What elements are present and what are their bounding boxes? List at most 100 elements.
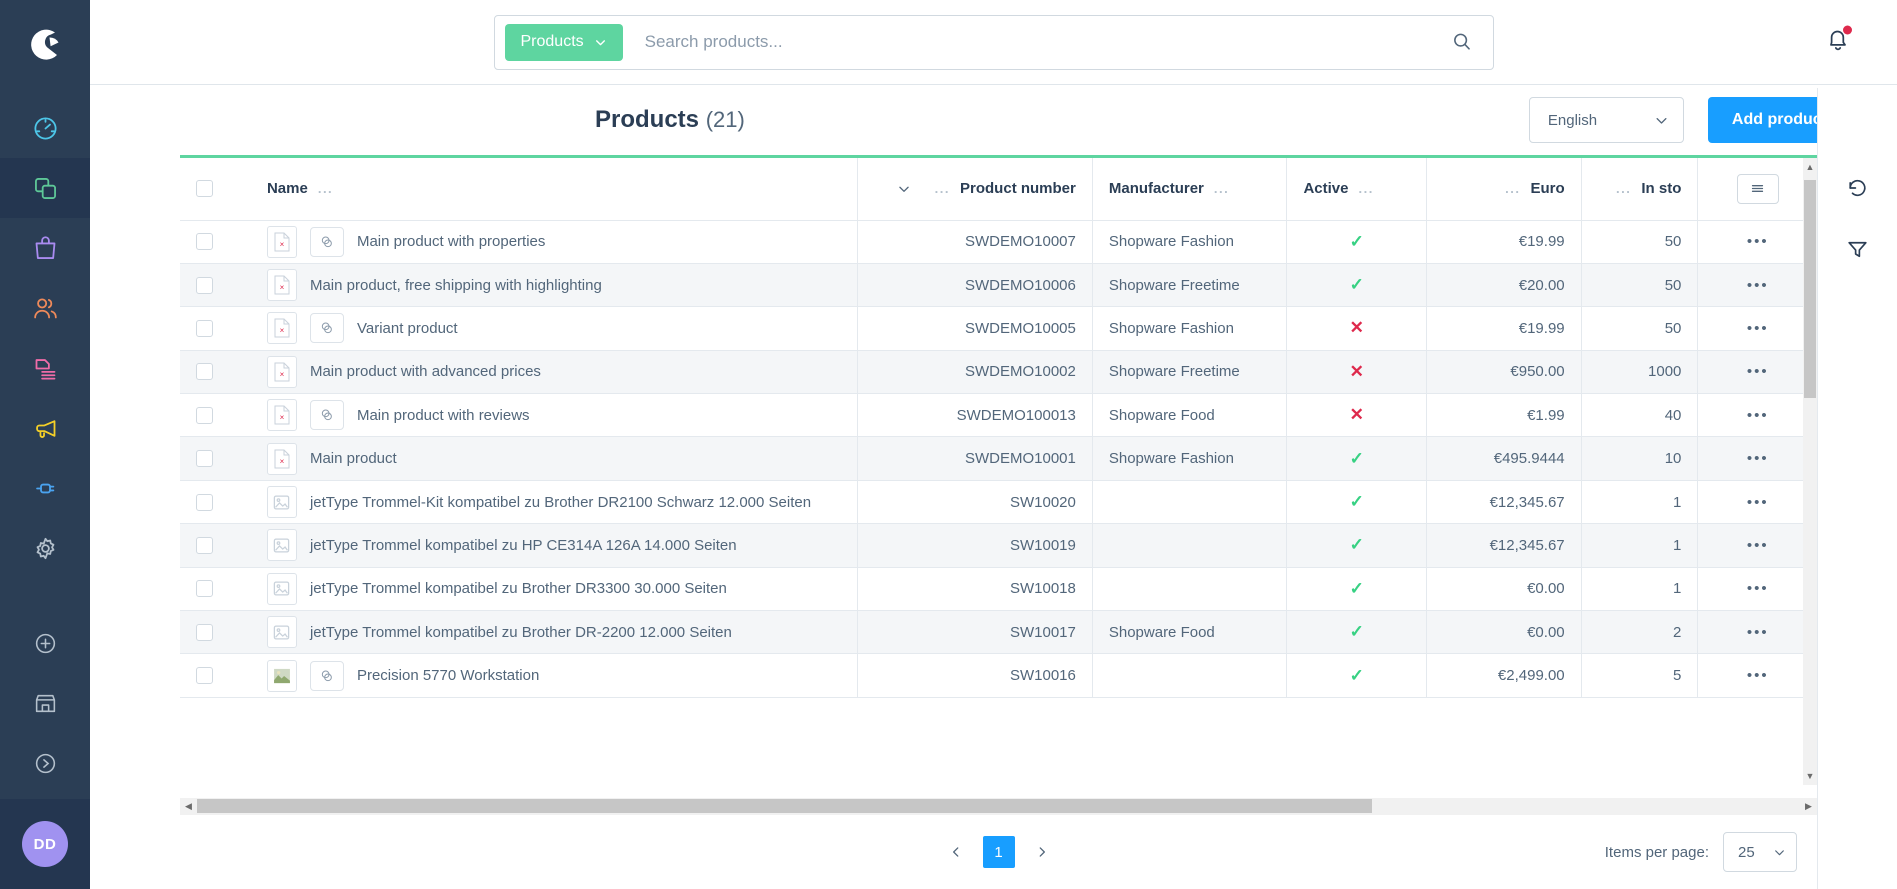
variants-badge[interactable] xyxy=(309,313,344,344)
table-row[interactable]: × Main product with advanced prices SWDEMO… xyxy=(180,350,1817,395)
shopware-logo[interactable] xyxy=(0,0,90,88)
row-actions-button[interactable]: ••• xyxy=(1697,610,1817,655)
row-actions-button[interactable]: ••• xyxy=(1697,436,1817,481)
row-checkbox[interactable] xyxy=(196,319,213,337)
search-submit-button[interactable] xyxy=(1439,31,1485,53)
user-menu[interactable]: DD xyxy=(0,799,90,889)
table-row[interactable]: × Main product, free shipping with highli… xyxy=(180,263,1817,308)
sidebar-item-storefront[interactable] xyxy=(0,673,90,733)
column-menu-product-number[interactable]: ... xyxy=(935,181,950,196)
column-menu-manufacturer[interactable]: ... xyxy=(1214,181,1229,196)
row-actions-button[interactable]: ••• xyxy=(1697,220,1817,264)
column-header-in-stock[interactable]: ... In sto xyxy=(1581,158,1699,221)
product-name-link[interactable]: Main product with properties xyxy=(357,233,545,250)
language-select[interactable]: English xyxy=(1528,97,1684,143)
table-row[interactable]: × Variant product SWDEMO10005 Shopware Fash… xyxy=(180,306,1817,351)
variants-badge[interactable] xyxy=(309,400,344,431)
filter-button[interactable] xyxy=(1845,237,1870,262)
product-name-link[interactable]: jetType Trommel kompatibel zu Brother DR… xyxy=(310,580,727,597)
horizontal-scroll-thumb[interactable] xyxy=(197,799,1372,813)
items-per-page-select[interactable]: 25 xyxy=(1723,832,1797,872)
notifications-button[interactable] xyxy=(1825,25,1852,58)
sidebar-item-extensions[interactable] xyxy=(0,458,90,518)
table-row[interactable]: jetType Trommel-Kit kompatibel zu Brothe… xyxy=(180,480,1817,525)
search-input[interactable] xyxy=(622,32,1439,52)
pagination-page-1[interactable]: 1 xyxy=(982,836,1015,868)
scroll-up-arrow[interactable]: ▲ xyxy=(1803,158,1817,176)
column-menu-in-stock[interactable]: ... xyxy=(1616,181,1631,196)
product-name-link[interactable]: Precision 5770 Workstation xyxy=(357,667,539,684)
undo-button[interactable] xyxy=(1845,176,1870,201)
table-row[interactable]: jetType Trommel kompatibel zu HP CE314A … xyxy=(180,523,1817,568)
column-header-euro[interactable]: ... Euro xyxy=(1426,158,1582,221)
row-checkbox[interactable] xyxy=(196,623,213,641)
table-row[interactable]: × Main product with properties SWDEMO10007… xyxy=(180,220,1817,264)
row-actions-button[interactable]: ••• xyxy=(1697,480,1817,525)
column-menu-name[interactable]: ... xyxy=(318,181,333,196)
list-settings-button[interactable] xyxy=(1736,173,1779,204)
pagination-next-button[interactable] xyxy=(1027,837,1057,867)
sidebar-item-expand[interactable] xyxy=(0,733,90,793)
sidebar-item-add[interactable] xyxy=(0,613,90,673)
product-name-link[interactable]: jetType Trommel-Kit kompatibel zu Brothe… xyxy=(310,494,811,511)
sidebar-item-content[interactable] xyxy=(0,338,90,398)
row-checkbox[interactable] xyxy=(196,580,213,598)
row-checkbox[interactable] xyxy=(196,450,213,468)
sidebar-item-orders[interactable] xyxy=(0,218,90,278)
product-thumbnail xyxy=(266,486,297,519)
row-checkbox[interactable] xyxy=(196,363,213,381)
product-name-link[interactable]: Variant product xyxy=(357,320,458,337)
top-search-bar: Products xyxy=(90,0,1897,85)
product-thumbnail: × xyxy=(266,355,297,388)
row-checkbox[interactable] xyxy=(196,233,213,251)
scroll-left-arrow[interactable]: ◀ xyxy=(180,798,197,815)
product-name-link[interactable]: Main product, free shipping with highlig… xyxy=(310,277,602,294)
row-actions-button[interactable]: ••• xyxy=(1697,523,1817,568)
pagination-prev-button[interactable] xyxy=(941,837,971,867)
row-checkbox[interactable] xyxy=(196,667,213,685)
table-row[interactable]: jetType Trommel kompatibel zu Brother DR… xyxy=(180,567,1817,612)
row-actions-button[interactable]: ••• xyxy=(1697,653,1817,698)
column-header-product-number[interactable]: ... Product number xyxy=(857,158,1093,221)
column-header-active[interactable]: Active ... xyxy=(1286,158,1428,221)
column-menu-active[interactable]: ... xyxy=(1358,181,1373,196)
sidebar-item-marketing[interactable] xyxy=(0,398,90,458)
row-actions-button[interactable]: ••• xyxy=(1697,350,1817,395)
product-name-link[interactable]: jetType Trommel kompatibel zu HP CE314A … xyxy=(310,537,737,554)
sidebar-item-dashboard[interactable] xyxy=(0,98,90,158)
row-checkbox[interactable] xyxy=(196,276,213,294)
search-scope-button[interactable]: Products xyxy=(504,23,623,61)
table-row[interactable]: × Main product SWDEMO10001 Shopware Fashion… xyxy=(180,436,1817,481)
table-vertical-scrollbar[interactable]: ▲ ▼ xyxy=(1803,158,1817,785)
column-header-manufacturer[interactable]: Manufacturer ... xyxy=(1092,158,1288,221)
scroll-right-arrow[interactable]: ▶ xyxy=(1800,798,1817,815)
row-actions-button[interactable]: ••• xyxy=(1697,393,1817,438)
sidebar-item-catalogues[interactable] xyxy=(0,158,90,218)
product-name-link[interactable]: Main product with advanced prices xyxy=(310,363,541,380)
select-all-checkbox[interactable] xyxy=(196,180,213,198)
table-horizontal-scrollbar[interactable]: ◀ ▶ xyxy=(180,798,1817,815)
table-row[interactable]: Precision 5770 Workstation SW10016 ✓ €2,499… xyxy=(180,653,1817,698)
row-checkbox[interactable] xyxy=(196,493,213,511)
variants-badge[interactable] xyxy=(309,226,344,257)
row-actions-button[interactable]: ••• xyxy=(1697,306,1817,351)
product-name-link[interactable]: jetType Trommel kompatibel zu Brother DR… xyxy=(310,624,732,641)
vertical-scroll-thumb[interactable] xyxy=(1804,180,1816,398)
product-name-link[interactable]: Main product xyxy=(310,450,397,467)
row-checkbox[interactable] xyxy=(196,536,213,554)
table-row[interactable]: jetType Trommel kompatibel zu Brother DR… xyxy=(180,610,1817,655)
column-menu-euro[interactable]: ... xyxy=(1505,181,1520,196)
product-name-link[interactable]: Main product with reviews xyxy=(357,407,530,424)
scroll-down-arrow[interactable]: ▼ xyxy=(1803,767,1817,785)
sidebar-item-settings[interactable] xyxy=(0,518,90,578)
table-row[interactable]: × Main product with reviews SWDEMO100013 Sh… xyxy=(180,393,1817,438)
row-actions-button[interactable]: ••• xyxy=(1697,567,1817,612)
sidebar-item-customers[interactable] xyxy=(0,278,90,338)
column-header-name[interactable]: Name ... xyxy=(250,158,859,221)
horizontal-scroll-track[interactable] xyxy=(197,798,1800,815)
active-false-icon: ✕ xyxy=(1349,405,1364,425)
row-actions-button[interactable]: ••• xyxy=(1697,263,1817,308)
variants-badge[interactable] xyxy=(309,660,344,691)
row-checkbox[interactable] xyxy=(196,406,213,424)
avatar[interactable]: DD xyxy=(22,821,68,867)
